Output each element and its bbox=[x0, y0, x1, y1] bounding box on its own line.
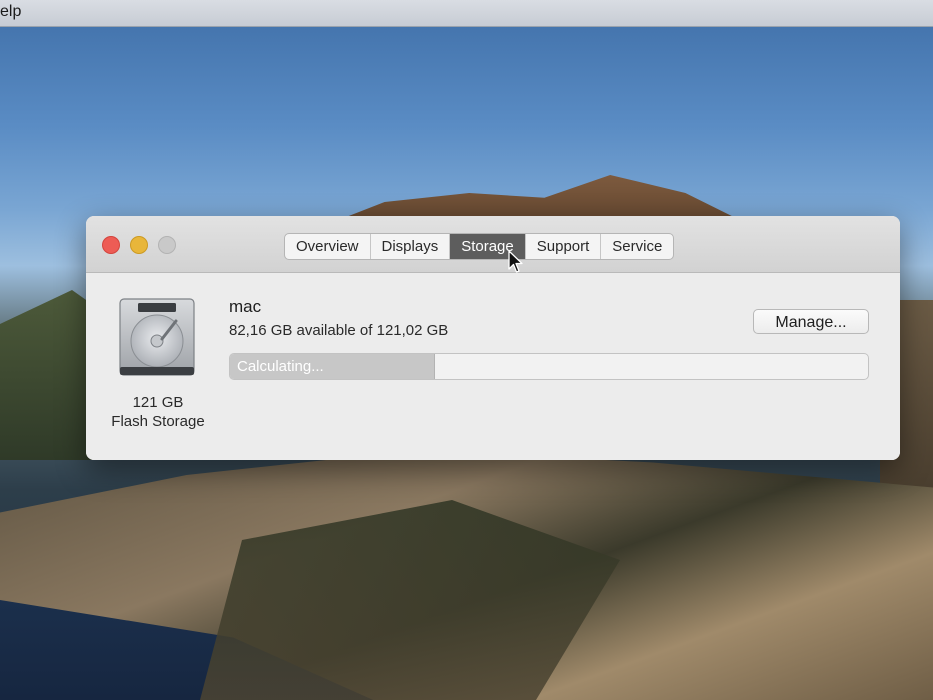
menu-help[interactable]: elp bbox=[0, 3, 21, 21]
tab-bar: Overview Displays Storage Support Servic… bbox=[284, 233, 675, 260]
minimize-window-button[interactable] bbox=[130, 236, 148, 254]
manage-button[interactable]: Manage... bbox=[753, 309, 869, 334]
zoom-window-button[interactable] bbox=[158, 236, 176, 254]
window-titlebar[interactable]: Overview Displays Storage Support Servic… bbox=[86, 216, 900, 273]
desktop: elp Overview Displays Storage Support Se… bbox=[0, 0, 933, 700]
tab-displays[interactable]: Displays bbox=[371, 234, 451, 259]
menu-bar: elp bbox=[0, 0, 933, 27]
close-window-button[interactable] bbox=[102, 236, 120, 254]
tab-service[interactable]: Service bbox=[601, 234, 673, 259]
about-this-mac-window: Overview Displays Storage Support Servic… bbox=[86, 216, 900, 460]
volume-capacity: 82,16 GB available of 121,02 GB bbox=[229, 322, 449, 339]
storage-panel: 121 GB Flash Storage mac 82,16 GB availa… bbox=[86, 273, 900, 460]
tab-support[interactable]: Support bbox=[526, 234, 602, 259]
disk-type-label: Flash Storage bbox=[111, 413, 205, 430]
disk-size-label: 121 GB bbox=[132, 394, 184, 411]
hard-drive-icon bbox=[119, 298, 195, 376]
tab-overview[interactable]: Overview bbox=[285, 234, 371, 259]
mouse-pointer-icon bbox=[508, 250, 523, 273]
calculating-label: Calculating... bbox=[237, 358, 324, 375]
volume-name: mac bbox=[229, 297, 262, 316]
storage-usage-bar: Calculating... bbox=[229, 353, 869, 380]
